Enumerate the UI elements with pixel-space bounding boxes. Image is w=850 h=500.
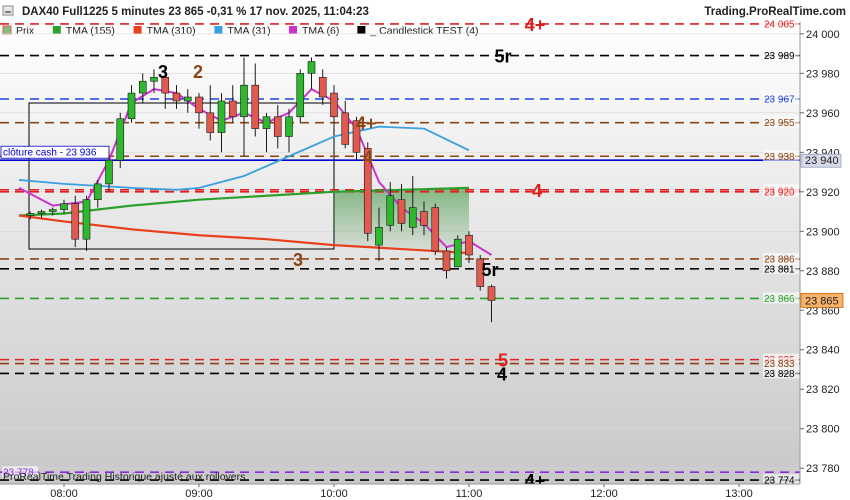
candle[interactable] xyxy=(48,209,57,212)
y-tick-label: 23 880 xyxy=(806,266,840,278)
level-label: 23 955 xyxy=(764,118,795,129)
y-tick-label: 23 980 xyxy=(806,68,840,80)
candle[interactable] xyxy=(251,84,260,129)
x-tick-label: 10:00 xyxy=(320,488,348,500)
pivot-label: 4 xyxy=(363,147,373,167)
level-label: 23 989 xyxy=(764,51,795,62)
chart-window: DAX40 Full1225 5 minutes 23 865 -0,31 % … xyxy=(0,0,850,500)
level-label: 23 866 xyxy=(764,294,795,305)
candle[interactable] xyxy=(487,286,496,301)
y-tick-label: 24 000 xyxy=(806,29,840,41)
x-tick-label: 11:00 xyxy=(456,488,483,500)
legend-item: TMA (31) xyxy=(227,25,270,37)
candle[interactable] xyxy=(228,100,237,118)
candle[interactable] xyxy=(116,118,125,161)
level-label: 23 881 xyxy=(764,264,795,275)
level-label: 23 938 xyxy=(764,152,795,163)
legend-item: TMA (155) xyxy=(66,25,115,37)
legend-swatch xyxy=(357,26,366,34)
candle[interactable] xyxy=(195,96,203,114)
candle[interactable] xyxy=(307,61,316,74)
y-tick-label: 23 960 xyxy=(806,108,840,120)
candle[interactable] xyxy=(26,213,35,216)
legend-item: _ Candlestick TEST (4) xyxy=(369,25,478,37)
y-tick-label: 23 920 xyxy=(806,187,840,199)
x-tick-label: 09:00 xyxy=(185,488,213,500)
minimize-icon[interactable] xyxy=(2,5,14,16)
candle[interactable] xyxy=(217,100,226,133)
candle[interactable] xyxy=(206,112,215,133)
candle[interactable] xyxy=(397,199,406,224)
pivot-label: 4 xyxy=(497,364,507,384)
y-tick-label: 23 780 xyxy=(806,463,840,475)
candle[interactable] xyxy=(37,211,46,214)
level-label: 23 920 xyxy=(764,187,795,198)
candle[interactable] xyxy=(105,159,113,185)
candle[interactable] xyxy=(262,116,271,129)
close-cash-axis-label: 23 940 xyxy=(805,155,839,167)
candle[interactable] xyxy=(71,203,80,240)
level-label: 23 967 xyxy=(764,95,795,106)
legend-item: TMA (310) xyxy=(147,25,196,37)
x-tick-label: 08:00 xyxy=(50,488,78,500)
last-price-label: 23 865 xyxy=(805,295,839,307)
x-tick-label: 12:00 xyxy=(590,488,618,500)
candle[interactable] xyxy=(386,195,395,226)
pivot-label: 4 xyxy=(532,181,542,201)
level-label: 23 828 xyxy=(764,369,795,380)
brand-label: Trading.ProRealTime.com xyxy=(704,6,846,18)
candle[interactable] xyxy=(273,116,282,137)
pivot-label: 5r xyxy=(481,260,498,280)
level-label: 24 005 xyxy=(764,19,795,30)
y-tick-label: 23 900 xyxy=(806,226,840,238)
y-tick-label: 23 820 xyxy=(806,384,840,396)
candle[interactable] xyxy=(183,96,192,102)
chart-title: DAX40 Full1225 5 minutes 23 865 -0,31 % … xyxy=(22,6,369,18)
plot-area[interactable] xyxy=(0,22,800,484)
close-cash-label: clôture cash - 23 936 xyxy=(3,148,97,159)
legend-item: TMA (6) xyxy=(302,25,339,37)
legend-swatch xyxy=(214,26,223,34)
pivot-label: 5r xyxy=(494,47,511,67)
legend-swatch xyxy=(289,26,297,34)
candle[interactable] xyxy=(442,250,451,272)
candle[interactable] xyxy=(318,76,327,98)
candle[interactable] xyxy=(285,116,293,137)
candle[interactable] xyxy=(93,183,102,200)
candlestick-chart[interactable]: DAX40 Full1225 5 minutes 23 865 -0,31 % … xyxy=(0,0,850,500)
legend-swatch xyxy=(133,26,142,34)
candle[interactable] xyxy=(453,238,462,268)
legend-swatch xyxy=(52,26,61,34)
footer-note: ProRealTime Trading Historique ajusté au… xyxy=(3,471,245,483)
pivot-label: 3 xyxy=(293,250,303,270)
pivot-label: 3 xyxy=(158,62,168,82)
candle[interactable] xyxy=(60,203,68,210)
candle[interactable] xyxy=(172,92,181,102)
y-tick-label: 23 800 xyxy=(806,424,840,436)
pivot-label: 4+ xyxy=(525,15,546,35)
candle[interactable] xyxy=(296,73,305,118)
candle[interactable] xyxy=(431,207,440,252)
candle[interactable] xyxy=(150,76,158,82)
candle[interactable] xyxy=(240,84,248,118)
pivot-label: 2 xyxy=(193,62,203,82)
candle[interactable] xyxy=(420,211,428,226)
candle[interactable] xyxy=(341,112,350,145)
candle[interactable] xyxy=(330,92,338,118)
candle[interactable] xyxy=(82,199,91,240)
candle[interactable] xyxy=(127,92,136,120)
candle[interactable] xyxy=(375,227,383,246)
candle[interactable] xyxy=(465,234,473,256)
y-tick-label: 23 840 xyxy=(806,345,840,357)
x-tick-label: 13:00 xyxy=(725,488,753,500)
candle[interactable] xyxy=(138,80,147,94)
pivot-label: 4+ xyxy=(356,114,377,134)
legend-item: Prix xyxy=(16,25,35,37)
legend-swatch xyxy=(2,25,12,35)
candle[interactable] xyxy=(408,207,417,228)
